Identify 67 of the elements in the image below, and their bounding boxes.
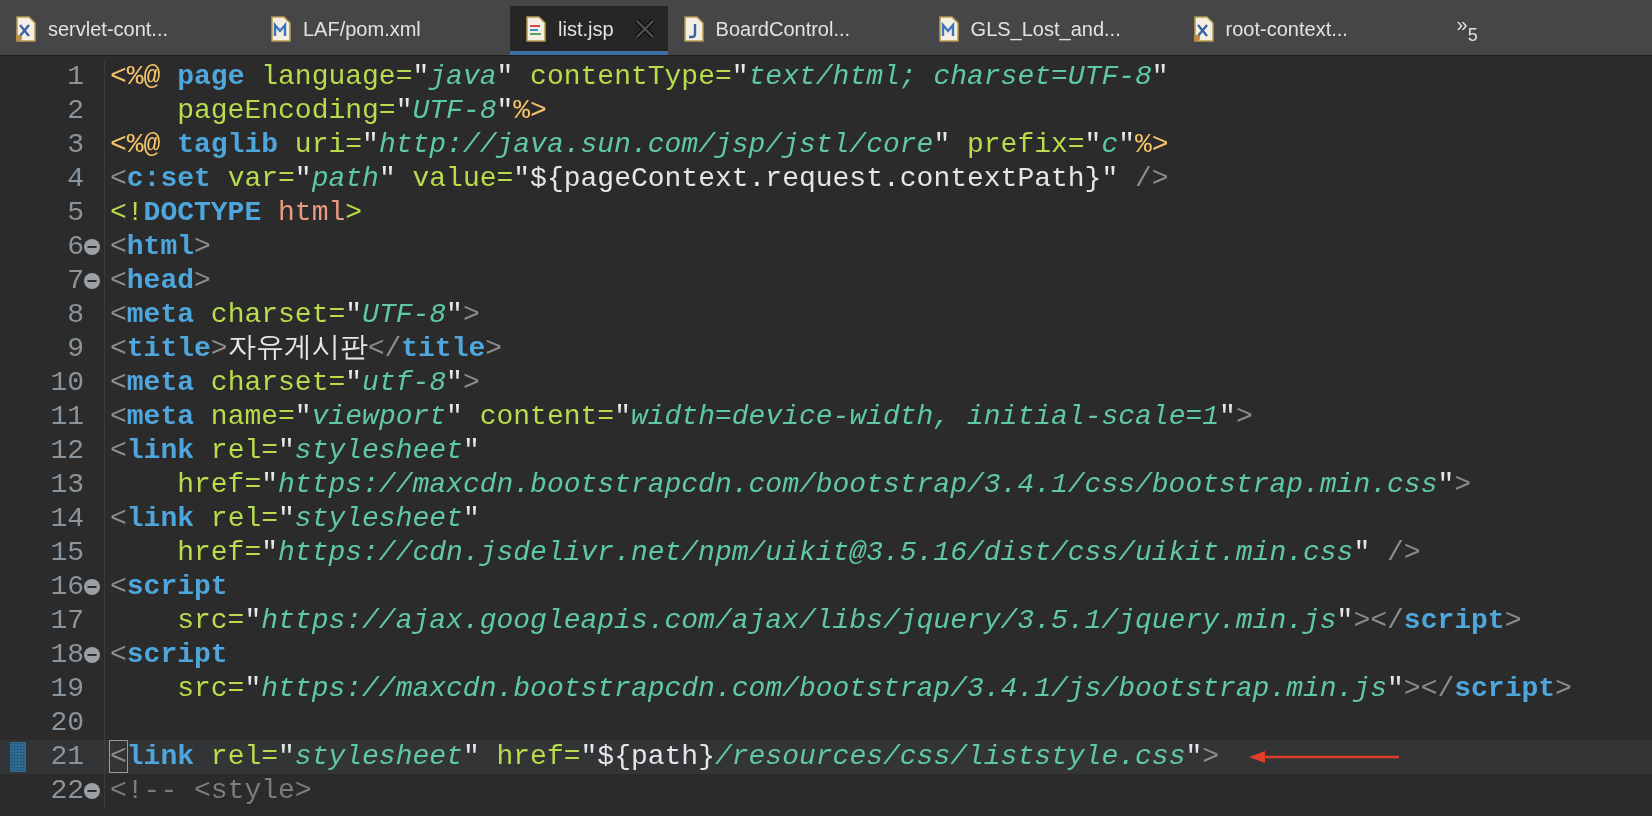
line-number: 21 <box>49 740 84 774</box>
code-line: <script <box>110 638 228 672</box>
tab-label: GLS_Lost_and... <box>970 16 1121 43</box>
line-number: 4 <box>66 162 84 196</box>
line-number: 9 <box>66 332 84 366</box>
code-line: <html> <box>110 230 211 264</box>
code-line: href="https://maxcdn.bootstrapcdn.com/bootstrap/3.4.1/css/bootstrap.min.css"> <box>176 468 1472 502</box>
line-number: 6 <box>66 230 84 264</box>
code-line: src="https://ajax.googleapis.com/ajax/libs/jquery/3.5.1/jquery.min.js"></script> <box>176 604 1522 638</box>
file-icon <box>526 15 546 42</box>
editor-tab[interactable]: root-context... <box>1177 6 1433 55</box>
code-line: <link rel="stylesheet" <box>110 434 480 468</box>
editor-tab[interactable]: LAF/pom.xml <box>255 6 510 55</box>
tab-label: list.jsp <box>558 16 614 42</box>
code-line: pageEncoding="UTF-8"%> <box>176 94 547 128</box>
collapse-icon[interactable] <box>84 239 100 255</box>
file-icon <box>271 15 291 42</box>
editor-tab[interactable]: BoardControl... <box>667 6 923 55</box>
file-icon <box>683 15 704 42</box>
line-number: 20 <box>49 706 84 740</box>
code-line: <%@ taglib uri="http://java.sun.com/jsp/jstl/core" prefix="c"%> <box>110 128 1169 162</box>
code-line: <!DOCTYPE html> <box>110 196 363 230</box>
tab-label: servlet-cont... <box>48 16 169 42</box>
code-line: <meta charset="utf-8"> <box>110 366 480 400</box>
line-number: 10 <box>49 366 84 400</box>
code-line: <title>자유게시판</title> <box>110 332 503 366</box>
collapse-icon[interactable] <box>84 579 100 595</box>
tab-label: BoardControl... <box>715 16 851 42</box>
code-line: href="https://cdn.jsdelivr.net/npm/uikit@3.5.16/dist/css/uikit.min.css" /> <box>176 536 1421 570</box>
line-number: 17 <box>49 604 84 638</box>
tab-label: LAF/pom.xml <box>303 16 421 42</box>
line-number: 22 <box>49 774 84 808</box>
editor-tab[interactable]: list.jsp <box>510 6 668 55</box>
line-number: 14 <box>49 502 84 536</box>
code-line: <link rel="stylesheet" <box>110 502 480 536</box>
file-icon <box>938 15 959 42</box>
collapse-icon[interactable] <box>84 647 100 663</box>
code-line: <link rel="stylesheet" href="${path}/resources/css/liststyle.css"> <box>110 740 1220 774</box>
line-number: 1 <box>66 60 84 94</box>
collapse-icon[interactable] <box>84 273 100 289</box>
file-icon <box>16 15 36 42</box>
line-number: 3 <box>66 128 84 162</box>
editor-tab[interactable]: servlet-cont... <box>0 6 255 55</box>
line-number: 12 <box>49 434 84 468</box>
line-number: 11 <box>49 400 84 434</box>
code-line: src="https://maxcdn.bootstrapcdn.com/bootstrap/3.4.1/js/bootstrap.min.js"></script> <box>176 672 1572 706</box>
line-number: 7 <box>66 264 84 298</box>
code-line: <head> <box>110 264 211 298</box>
code-line: <meta charset="UTF-8"> <box>110 298 480 332</box>
code-line: <script <box>110 570 228 604</box>
line-number: 15 <box>49 536 84 570</box>
file-icon <box>1193 15 1214 42</box>
editor-tab[interactable]: GLS_Lost_and... <box>922 6 1178 55</box>
code-line: <%@ page language="java" contentType="text/html; charset=UTF-8" <box>110 60 1169 94</box>
tab-label: root-context... <box>1225 16 1348 42</box>
line-number: 16 <box>49 570 84 604</box>
line-number: 19 <box>49 672 84 706</box>
code-line: <meta name="viewport" content="width=device-width, initial-scale=1"> <box>110 400 1253 434</box>
collapse-icon[interactable] <box>84 783 100 799</box>
line-number: 13 <box>49 468 84 502</box>
line-number: 8 <box>66 298 84 332</box>
line-number: 5 <box>66 196 84 230</box>
line-number: 2 <box>66 94 84 128</box>
line-number: 18 <box>49 638 84 672</box>
close-icon[interactable] <box>633 17 656 40</box>
code-line: <c:set var="path" value="${pageContext.request.contextPath}" /> <box>110 162 1169 196</box>
code-line: <!-- <style> <box>110 774 312 808</box>
